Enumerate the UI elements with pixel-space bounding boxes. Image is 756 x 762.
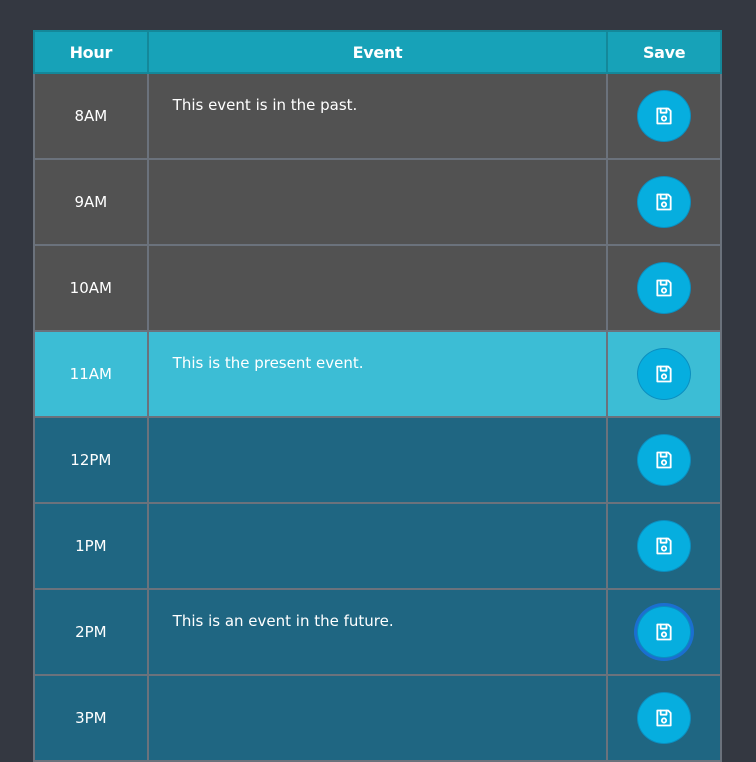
time-block-row-11am: 11AM This is the present event. xyxy=(33,330,722,418)
event-text-area[interactable] xyxy=(149,418,607,498)
save-button[interactable] xyxy=(637,262,692,314)
event-cell[interactable]: This is the present event. xyxy=(146,330,609,418)
time-block-row-2pm: 2PM This is an event in the future. xyxy=(33,588,722,676)
event-text-area[interactable] xyxy=(149,246,607,326)
hour-cell: 11AM xyxy=(33,330,149,418)
save-button[interactable] xyxy=(637,176,692,228)
hour-cell: 1PM xyxy=(33,502,149,590)
event-cell[interactable] xyxy=(146,158,609,246)
event-text-area[interactable]: This event is in the past. xyxy=(149,74,607,154)
time-block-row-1pm: 1PM xyxy=(33,502,722,590)
time-block-row-9am: 9AM xyxy=(33,158,722,246)
time-block-row-3pm: 3PM xyxy=(33,674,722,762)
time-block-row-8am: 8AM This event is in the past. xyxy=(33,72,722,160)
save-button[interactable] xyxy=(637,606,692,658)
floppy-disk-icon xyxy=(656,623,672,641)
event-text-area[interactable] xyxy=(149,504,607,584)
time-block-row-12pm: 12PM xyxy=(33,416,722,504)
event-cell[interactable] xyxy=(146,244,609,332)
hourly-planner-table: Hour Event Save 8AM This event is in the… xyxy=(33,30,722,762)
save-cell xyxy=(606,72,722,160)
time-block-row-10am: 10AM xyxy=(33,244,722,332)
save-column-header: Save xyxy=(606,30,722,74)
save-cell xyxy=(606,674,722,762)
hour-cell: 8AM xyxy=(33,72,149,160)
save-cell xyxy=(606,416,722,504)
save-button[interactable] xyxy=(637,520,692,572)
floppy-disk-icon xyxy=(656,279,672,297)
hour-cell: 3PM xyxy=(33,674,149,762)
table-header-row: Hour Event Save xyxy=(33,30,722,74)
event-text-area[interactable] xyxy=(149,676,607,756)
hour-cell: 2PM xyxy=(33,588,149,676)
event-cell[interactable]: This is an event in the future. xyxy=(146,588,609,676)
floppy-disk-icon xyxy=(656,193,672,211)
event-cell[interactable] xyxy=(146,416,609,504)
save-cell xyxy=(606,588,722,676)
save-cell xyxy=(606,244,722,332)
save-button[interactable] xyxy=(637,434,692,486)
save-button[interactable] xyxy=(637,348,692,400)
event-text-area[interactable]: This is an event in the future. xyxy=(149,590,607,670)
save-cell xyxy=(606,158,722,246)
hour-column-header: Hour xyxy=(33,30,149,74)
save-cell xyxy=(606,502,722,590)
save-button[interactable] xyxy=(637,90,692,142)
hour-cell: 10AM xyxy=(33,244,149,332)
event-cell[interactable] xyxy=(146,674,609,762)
floppy-disk-icon xyxy=(656,365,672,383)
hour-cell: 12PM xyxy=(33,416,149,504)
floppy-disk-icon xyxy=(656,451,672,469)
hour-cell: 9AM xyxy=(33,158,149,246)
event-cell[interactable]: This event is in the past. xyxy=(146,72,609,160)
event-cell[interactable] xyxy=(146,502,609,590)
save-cell xyxy=(606,330,722,418)
floppy-disk-icon xyxy=(656,537,672,555)
event-column-header: Event xyxy=(146,30,609,74)
event-text-area[interactable]: This is the present event. xyxy=(149,332,607,412)
save-button[interactable] xyxy=(637,692,692,744)
planner-rows: 8AM This event is in the past. 9AM 10AM … xyxy=(33,72,722,762)
event-text-area[interactable] xyxy=(149,160,607,240)
floppy-disk-icon xyxy=(656,107,672,125)
floppy-disk-icon xyxy=(656,709,672,727)
